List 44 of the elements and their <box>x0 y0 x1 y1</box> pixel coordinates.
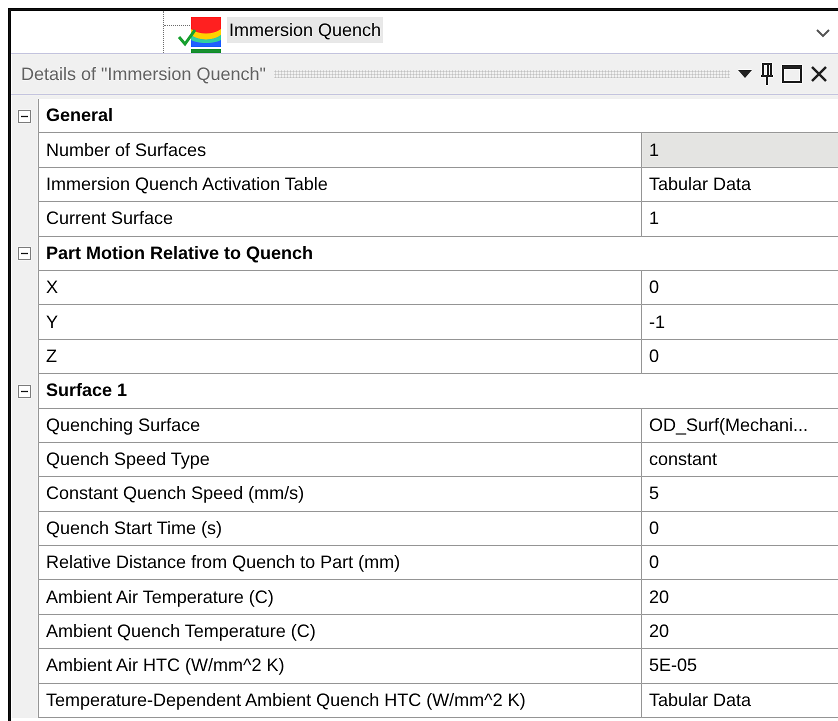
property-value[interactable]: 20 <box>642 580 838 615</box>
property-label: Constant Quench Speed (mm/s) <box>38 477 642 512</box>
property-value[interactable]: 1 <box>642 133 838 168</box>
property-value[interactable]: 5 <box>642 477 838 512</box>
property-value[interactable]: constant <box>642 442 838 478</box>
property-label: Immersion Quench Activation Table <box>38 168 642 202</box>
panel-gripper[interactable] <box>274 70 730 78</box>
collapse-icon[interactable] <box>18 110 31 123</box>
section-header[interactable]: Part Motion Relative to Quench <box>38 236 838 271</box>
property-value[interactable]: Tabular Data <box>642 684 838 718</box>
property-value[interactable]: OD_Surf(Mechani... <box>642 408 838 443</box>
chevron-down-icon[interactable] <box>816 29 830 38</box>
maximize-icon[interactable] <box>782 65 802 83</box>
property-label: Quench Start Time (s) <box>38 512 642 546</box>
property-label: X <box>38 270 642 306</box>
property-label: Temperature-Dependent Ambient Quench HTC (W/mm^2 K) <box>38 684 642 718</box>
property-value[interactable]: Tabular Data <box>642 168 838 202</box>
collapse-icon[interactable] <box>18 384 31 398</box>
property-value[interactable]: 0 <box>642 270 838 306</box>
property-value[interactable]: 20 <box>642 614 838 650</box>
property-label: Ambient Air HTC (W/mm^2 K) <box>38 649 642 684</box>
property-value[interactable]: 0 <box>642 340 838 374</box>
property-value[interactable]: 0 <box>642 546 838 580</box>
property-value[interactable]: 5E-05 <box>642 649 838 684</box>
pin-icon[interactable] <box>760 63 774 85</box>
property-value[interactable]: -1 <box>642 305 838 340</box>
property-label: Y <box>38 305 642 340</box>
dropdown-icon[interactable] <box>738 70 752 78</box>
property-label: Z <box>38 340 642 374</box>
section-header[interactable]: General <box>38 99 838 134</box>
tree-item[interactable]: Immersion Quench <box>227 17 384 43</box>
panel-title: Details of "Immersion Quench" <box>21 62 266 86</box>
property-label: Quench Speed Type <box>38 442 642 478</box>
property-value[interactable]: 0 <box>642 512 838 546</box>
property-label: Ambient Air Temperature (C) <box>38 580 642 615</box>
section-header[interactable]: Surface 1 <box>38 374 838 409</box>
property-label: Ambient Quench Temperature (C) <box>38 614 642 650</box>
property-label: Current Surface <box>38 202 642 237</box>
close-icon[interactable] <box>810 65 828 83</box>
property-value[interactable]: 1 <box>642 202 838 237</box>
property-label: Quenching Surface <box>38 408 642 443</box>
property-label: Number of Surfaces <box>38 133 642 168</box>
collapse-icon[interactable] <box>18 247 31 260</box>
property-label: Relative Distance from Quench to Part (mm) <box>38 546 642 580</box>
